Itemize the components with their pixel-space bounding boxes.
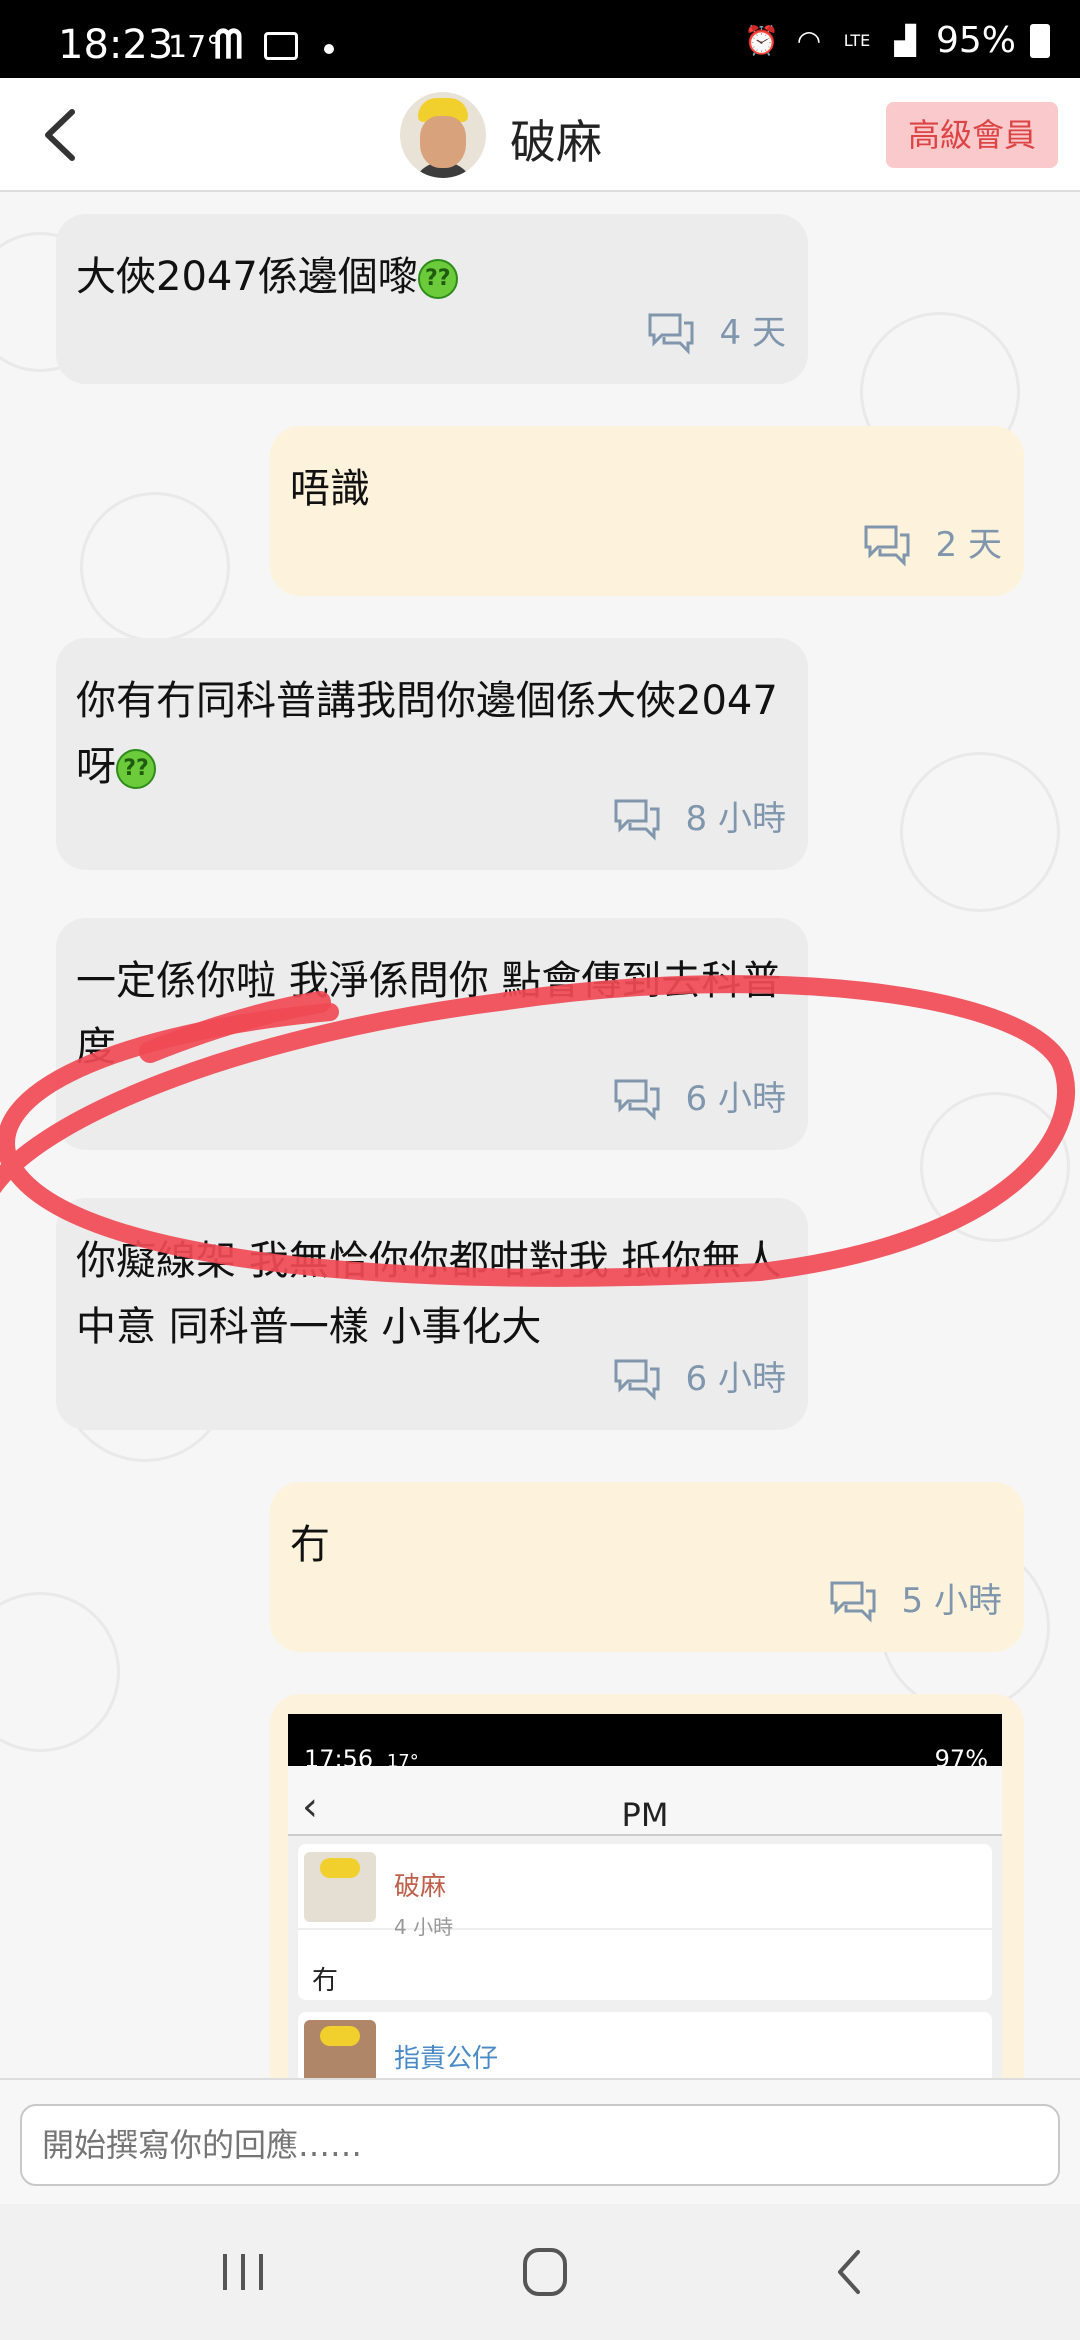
message-bubble-outgoing[interactable]: 唔識 2 天 [270, 426, 1024, 596]
message-bubble-incoming[interactable]: 你有冇同科普講我問你邊個係大俠2047呀?? 8 小時 [56, 638, 808, 870]
message-meta: 2 天 [860, 512, 1002, 578]
reply-comment-icon[interactable] [644, 309, 698, 357]
reply-comment-icon[interactable] [610, 1355, 664, 1403]
volte-icon: LTE [843, 30, 871, 50]
system-back-button[interactable] [810, 2242, 890, 2302]
message-time: 5 小時 [901, 1581, 1002, 1621]
reply-comment-icon[interactable] [610, 795, 664, 843]
embedded-card: 破麻 4 小時 冇 [298, 1844, 992, 2000]
message-meta: 6 小時 [610, 1066, 786, 1132]
embedded-status-bar: 17:56 17° 97% [288, 1714, 1002, 1773]
avatar[interactable] [400, 92, 486, 178]
wifi-icon: ◠ [796, 23, 822, 57]
embedded-avatar [304, 2020, 376, 2078]
home-icon [523, 2248, 567, 2296]
status-bar: 18:23 17° ᗰ ⏰ ◠ LTE ▟ 95% [0, 0, 1080, 78]
reply-comment-icon[interactable] [610, 1075, 664, 1123]
vip-badge[interactable]: 高級會員 [886, 102, 1058, 168]
home-button[interactable] [505, 2242, 585, 2302]
system-back-icon [838, 2250, 860, 2294]
embedded-navbar: ‹ PM [288, 1766, 1002, 1836]
message-bubble-incoming[interactable]: 你癡線架 我無恰你你都咁對我 抵你無人中意 同科普一樣 小事化大 6 小時 [56, 1198, 808, 1430]
message-time: 6 小時 [685, 1359, 786, 1399]
chat-area[interactable]: 大俠2047係邊個嚟?? 4 天 唔識 2 天 你有冇同科普講我問你邊個係大俠2… [0, 192, 1080, 2078]
message-text: 一定係你啦 我淨係問你 點會傳到去科普度 [76, 958, 782, 1070]
mcdonalds-icon: ᗰ [214, 22, 243, 68]
message-text: 冇 [290, 1522, 330, 1568]
message-bubble-incoming[interactable]: 一定係你啦 我淨係問你 點會傳到去科普度 6 小時 [56, 918, 808, 1150]
question-emoji-icon: ?? [417, 259, 458, 299]
message-bubble-outgoing-image[interactable]: 17:56 17° 97% ‹ PM 破麻 4 小時 冇 指責公仔 [270, 1694, 1024, 2078]
message-time: 2 天 [935, 525, 1002, 565]
message-time: 4 天 [719, 313, 786, 353]
embedded-card-name: 指責公仔 [394, 2044, 499, 2074]
question-emoji-icon: ?? [116, 749, 156, 789]
embedded-card-time: 4 小時 [394, 1915, 454, 1939]
message-time: 6 小時 [685, 1079, 786, 1119]
message-meta: 6 小時 [610, 1346, 786, 1412]
back-button[interactable] [30, 100, 100, 170]
embedded-avatar [304, 1852, 376, 1922]
message-bubble-outgoing[interactable]: 冇 5 小時 [270, 1482, 1024, 1652]
reply-comment-icon[interactable] [860, 521, 914, 569]
recent-apps-button[interactable] [203, 2242, 283, 2302]
embedded-card: 指責公仔 [298, 2012, 992, 2078]
battery-icon [1030, 23, 1050, 58]
status-time: 18:23 [58, 22, 174, 68]
message-text: 大俠2047係邊個嚟 [76, 254, 418, 300]
chevron-left-icon [45, 109, 75, 161]
message-meta: 8 小時 [610, 786, 786, 852]
message-bubble-incoming[interactable]: 大俠2047係邊個嚟?? 4 天 [56, 214, 808, 384]
background-doodle [920, 1092, 1070, 1242]
system-nav-bar [0, 2204, 1080, 2340]
recent-apps-icon [223, 2254, 263, 2290]
embedded-title: PM [621, 1796, 669, 1834]
alarm-icon: ⏰ [743, 23, 779, 57]
background-doodle [0, 1592, 120, 1752]
reply-comment-icon[interactable] [826, 1577, 880, 1625]
battery-percentage: 95% [935, 20, 1016, 61]
notification-dot-icon [324, 44, 334, 54]
message-text: 唔識 [290, 466, 370, 512]
reply-input[interactable] [20, 2104, 1060, 2186]
image-icon [264, 32, 298, 60]
chat-title: 破麻 [510, 115, 602, 169]
message-text: 你癡線架 我無恰你你都咁對我 抵你無人中意 同科普一樣 小事化大 [76, 1238, 782, 1350]
background-doodle [80, 492, 230, 642]
signal-icon: ▟ [894, 23, 916, 57]
embedded-panel: 破麻 4 小時 冇 指責公仔 [288, 1836, 1002, 2078]
message-text: 你有冇同科普講我問你邊個係大俠2047呀 [76, 678, 778, 790]
attached-screenshot[interactable]: 17:56 17° 97% ‹ PM 破麻 4 小時 冇 指責公仔 [288, 1714, 1002, 2078]
background-doodle [900, 752, 1060, 912]
message-meta: 5 小時 [826, 1568, 1002, 1634]
reply-bar [0, 2078, 1080, 2204]
chat-header: 破麻 高級會員 [0, 78, 1080, 192]
message-time: 8 小時 [685, 799, 786, 839]
message-meta: 4 天 [644, 300, 786, 366]
